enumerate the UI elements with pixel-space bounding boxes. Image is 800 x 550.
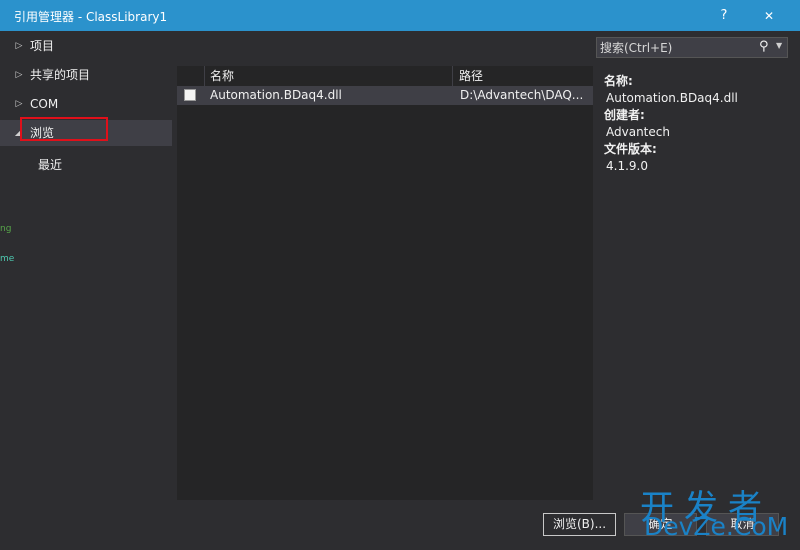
detail-value-version: 4.1.9.0 (606, 159, 648, 173)
nav-item-shared-projects[interactable]: ▷ 共享的项目 (0, 62, 172, 88)
reference-list: 名称 路径 Automation.BDaq4.dll D:\Advantech\… (177, 66, 593, 500)
list-header: 名称 路径 (177, 66, 593, 87)
expand-arrow-icon: ▷ (15, 99, 23, 109)
detail-value-creator: Advantech (606, 125, 670, 139)
sidebar: ▷ 项目 ▷ 共享的项目 ▷ COM ◢ 浏览 最近 (0, 31, 176, 501)
window-title: 引用管理器 - ClassLibrary1 (14, 10, 168, 24)
column-header-path[interactable]: 路径 (453, 66, 593, 86)
table-row[interactable]: Automation.BDaq4.dll D:\Advantech\DAQ... (177, 86, 593, 105)
browse-button[interactable]: 浏览(B)... (543, 513, 616, 536)
search-box[interactable]: ⚲ ▼ (596, 37, 788, 58)
nav-item-com[interactable]: ▷ COM (0, 91, 172, 117)
help-button[interactable]: ? (712, 5, 736, 27)
detail-key-name: 名称: (604, 74, 633, 88)
expand-arrow-icon: ▷ (15, 41, 23, 51)
selection-highlight-box (20, 117, 108, 141)
nav-item-label: 最近 (38, 158, 63, 172)
include-checkbox[interactable] (184, 89, 196, 101)
search-icon[interactable]: ⚲ (759, 39, 769, 54)
background-code-fragment: ng (0, 224, 12, 234)
nav-item-recent[interactable]: 最近 (0, 152, 172, 178)
search-input[interactable] (600, 39, 750, 56)
detail-key-version: 文件版本: (604, 142, 657, 156)
detail-key-creator: 创建者: (604, 108, 645, 122)
column-header-name[interactable]: 名称 (204, 66, 453, 86)
row-path: D:\Advantech\DAQ... (460, 88, 584, 102)
nav-item-label: 项目 (30, 39, 55, 53)
title-bar: 引用管理器 - ClassLibrary1 ? ✕ (0, 0, 800, 31)
details-pane: 名称: Automation.BDaq4.dll 创建者: Advantech … (604, 73, 794, 175)
close-button[interactable]: ✕ (756, 5, 782, 27)
background-code-fragment: me (0, 254, 15, 264)
detail-value-name: Automation.BDaq4.dll (606, 91, 738, 105)
expand-arrow-icon: ▷ (15, 70, 23, 80)
nav-item-projects[interactable]: ▷ 项目 (0, 33, 172, 59)
nav-item-label: 共享的项目 (30, 68, 91, 82)
chevron-down-icon[interactable]: ▼ (776, 41, 782, 50)
watermark-subtitle: DevZe.CoM (644, 512, 789, 541)
row-name: Automation.BDaq4.dll (210, 88, 342, 102)
nav-item-label: COM (30, 97, 59, 111)
